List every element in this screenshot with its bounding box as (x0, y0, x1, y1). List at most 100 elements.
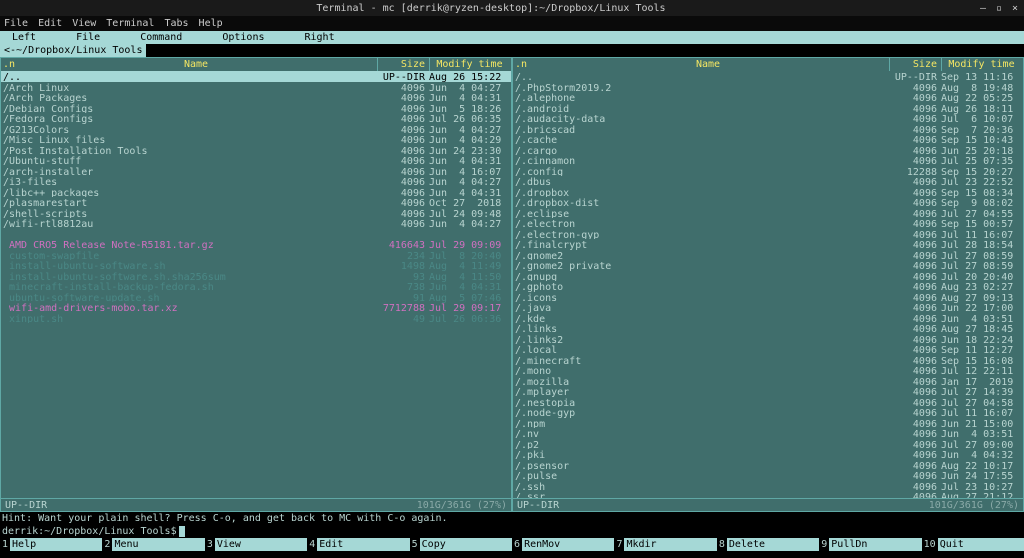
fkey-delete[interactable]: 8Delete (717, 538, 819, 551)
col-mtime[interactable]: Modify time (429, 58, 509, 71)
file-row[interactable]: /.config12288Sep 15 20:27 (513, 166, 1023, 177)
left-panel-path[interactable]: <-~/Dropbox/Linux Tools (0, 44, 146, 57)
file-row[interactable]: /.mozilla4096Jan 17 2019 (513, 376, 1023, 387)
file-row[interactable]: AMD CRO5 Release Note-R5181.tar.gz416643… (1, 239, 511, 250)
file-row[interactable]: /.cache4096Sep 15 10:43 (513, 134, 1023, 145)
file-row[interactable]: /.java4096Jun 22 17:00 (513, 302, 1023, 313)
file-row[interactable]: /.gphoto4096Aug 23 02:27 (513, 281, 1023, 292)
menu-help[interactable]: Help (199, 17, 223, 30)
file-row[interactable]: /.audacity-data4096Jul 6 10:07 (513, 113, 1023, 124)
file-row[interactable]: /.nv4096Jun 4 03:51 (513, 428, 1023, 439)
file-row[interactable]: /.alephone4096Aug 22 05:25 (513, 92, 1023, 103)
fkey-edit[interactable]: 4Edit (307, 538, 409, 551)
file-name: /plasmarestart (3, 197, 377, 208)
file-row[interactable]: /libc++ packages4096Jun 4 04:31 (1, 187, 511, 198)
file-row[interactable]: /i3-files4096Jun 4 04:27 (1, 176, 511, 187)
fkey-renmov[interactable]: 6RenMov (512, 538, 614, 551)
file-row[interactable]: /..UP--DIRAug 26 15:22 (1, 71, 511, 82)
menu-file[interactable]: File (4, 17, 28, 30)
file-row[interactable]: /.minecraft4096Sep 15 16:08 (513, 355, 1023, 366)
file-row[interactable]: wifi-amd-drivers-mobo.tar.xz7712788Jul 2… (1, 302, 511, 313)
file-row[interactable]: /arch-installer4096Jun 4 16:07 (1, 166, 511, 177)
file-row[interactable]: /shell-scripts4096Jul 24 09:48 (1, 208, 511, 219)
fkey-quit[interactable]: 10Quit (922, 538, 1024, 551)
fkey-menu[interactable]: 2Menu (102, 538, 204, 551)
file-row[interactable]: /.finalcrypt4096Jul 28 18:54 (513, 239, 1023, 250)
file-row[interactable]: /.npm4096Jun 21 15:00 (513, 418, 1023, 429)
menu-terminal[interactable]: Terminal (106, 17, 154, 30)
fkey-help[interactable]: 1Help (0, 538, 102, 551)
file-row[interactable]: /.gnome24096Jul 27 08:59 (513, 250, 1023, 261)
file-row[interactable]: /.p24096Jul 27 09:00 (513, 439, 1023, 450)
file-row[interactable]: install-ubuntu-software.sh.sha256sum93Au… (1, 271, 511, 282)
col-size[interactable]: Size (377, 58, 429, 71)
file-row[interactable]: /.kde4096Jun 4 03:51 (513, 313, 1023, 324)
file-row[interactable]: /Post Installation Tools4096Jun 24 23:30 (1, 145, 511, 156)
file-row[interactable]: ubuntu-software-update.sh91Aug 5 07:46 (1, 292, 511, 303)
menu-view[interactable]: View (72, 17, 96, 30)
file-row[interactable]: /Misc Linux files4096Jun 4 04:29 (1, 134, 511, 145)
col-name[interactable]: Name (15, 58, 377, 71)
file-row[interactable]: /.pulse4096Jun 24 17:55 (513, 470, 1023, 481)
file-row[interactable]: /.android4096Aug 26 18:11 (513, 103, 1023, 114)
fkey-pulldn[interactable]: 9PullDn (819, 538, 921, 551)
menu-edit[interactable]: Edit (38, 17, 62, 30)
maximize-icon[interactable]: ▫ (994, 2, 1004, 15)
fkey-copy[interactable]: 5Copy (410, 538, 512, 551)
minimize-icon[interactable]: — (978, 2, 988, 15)
file-row[interactable]: /Ubuntu-stuff4096Jun 4 04:31 (1, 155, 511, 166)
file-row[interactable]: /Arch Packages4096Jun 4 04:31 (1, 92, 511, 103)
close-icon[interactable]: × (1010, 2, 1020, 15)
mc-menu-command[interactable]: Command (140, 31, 182, 44)
file-row[interactable]: /.psensor4096Aug 22 10:17 (513, 460, 1023, 471)
file-row[interactable]: /.gnome2_private4096Jul 27 08:59 (513, 260, 1023, 271)
file-row[interactable]: minecraft-install-backup-fedora.sh738Jun… (1, 281, 511, 292)
file-row[interactable] (1, 229, 511, 240)
file-row[interactable]: install-ubuntu-software.sh1498Aug 4 11:4… (1, 260, 511, 271)
file-row[interactable]: /.bricscad4096Sep 7 20:36 (513, 124, 1023, 135)
file-row[interactable]: /.pki4096Jun 4 04:32 (513, 449, 1023, 460)
file-row[interactable]: /Arch Linux4096Jun 4 04:27 (1, 82, 511, 93)
file-row[interactable]: /Debian Configs4096Jun 5 18:26 (1, 103, 511, 114)
file-row[interactable]: /.mplayer4096Jul 27 14:39 (513, 386, 1023, 397)
file-row[interactable]: /.eclipse4096Jul 27 04:55 (513, 208, 1023, 219)
file-row[interactable]: /.links4096Aug 27 18:45 (513, 323, 1023, 334)
fkey-view[interactable]: 3View (205, 538, 307, 551)
file-row[interactable]: /.node-gyp4096Jul 11 16:07 (513, 407, 1023, 418)
shell-prompt[interactable]: derrik:~/Dropbox/Linux Tools$ (0, 525, 1024, 538)
file-row[interactable]: /.cinnamon4096Jul 25 07:35 (513, 155, 1023, 166)
file-row[interactable]: /.electron-gyp4096Jul 11 16:07 (513, 229, 1023, 240)
file-row[interactable]: /.dbus4096Jul 23 22:52 (513, 176, 1023, 187)
menu-tabs[interactable]: Tabs (164, 17, 188, 30)
file-row[interactable]: /.links24096Jun 18 22:24 (513, 334, 1023, 345)
fkey-mkdir[interactable]: 7Mkdir (614, 538, 716, 551)
file-row[interactable]: /.cargo4096Jun 25 20:18 (513, 145, 1023, 156)
file-row[interactable]: /.mono4096Jul 12 22:11 (513, 365, 1023, 376)
file-row[interactable]: custom-swapfile234Jul 8 20:40 (1, 250, 511, 261)
col-name[interactable]: Name (527, 58, 889, 71)
file-row[interactable]: /.gnupg4096Jul 20 20:40 (513, 271, 1023, 282)
file-row[interactable]: /plasmarestart4096Oct 27 2018 (1, 197, 511, 208)
file-row[interactable]: /.ssr4096Aug 27 21:12 (513, 491, 1023, 498)
file-row[interactable]: /.local4096Sep 11 12:27 (513, 344, 1023, 355)
file-row[interactable]: /.electron4096Sep 15 00:57 (513, 218, 1023, 229)
file-row[interactable]: /..UP--DIRSep 13 11:16 (513, 71, 1023, 82)
file-row[interactable]: /.nestopia4096Jul 27 04:58 (513, 397, 1023, 408)
mc-menu-file[interactable]: File (76, 31, 100, 44)
file-name: /.mono (515, 365, 889, 376)
file-row[interactable]: /G213Colors4096Jun 4 04:27 (1, 124, 511, 135)
file-row[interactable]: /.icons4096Aug 27 09:13 (513, 292, 1023, 303)
col-size[interactable]: Size (889, 58, 941, 71)
file-row[interactable]: /Fedora Configs4096Jul 26 06:35 (1, 113, 511, 124)
mc-menu-left[interactable]: Left (12, 31, 36, 44)
file-row[interactable]: xinput.sh49Jul 26 06:36 (1, 313, 511, 324)
file-row[interactable]: /.ssh4096Jul 23 10:27 (513, 481, 1023, 492)
col-mtime[interactable]: Modify time (941, 58, 1021, 71)
file-row[interactable]: /.dropbox-dist4096Sep 9 08:02 (513, 197, 1023, 208)
mc-menu-options[interactable]: Options (222, 31, 264, 44)
file-row[interactable]: /.PhpStorm2019.24096Aug 8 19:48 (513, 82, 1023, 93)
file-row[interactable]: /.dropbox4096Sep 15 08:34 (513, 187, 1023, 198)
file-size: 4096 (889, 334, 941, 345)
mc-menu-right[interactable]: Right (305, 31, 335, 44)
file-row[interactable]: /wifi-rtl8812au4096Jun 4 04:27 (1, 218, 511, 229)
